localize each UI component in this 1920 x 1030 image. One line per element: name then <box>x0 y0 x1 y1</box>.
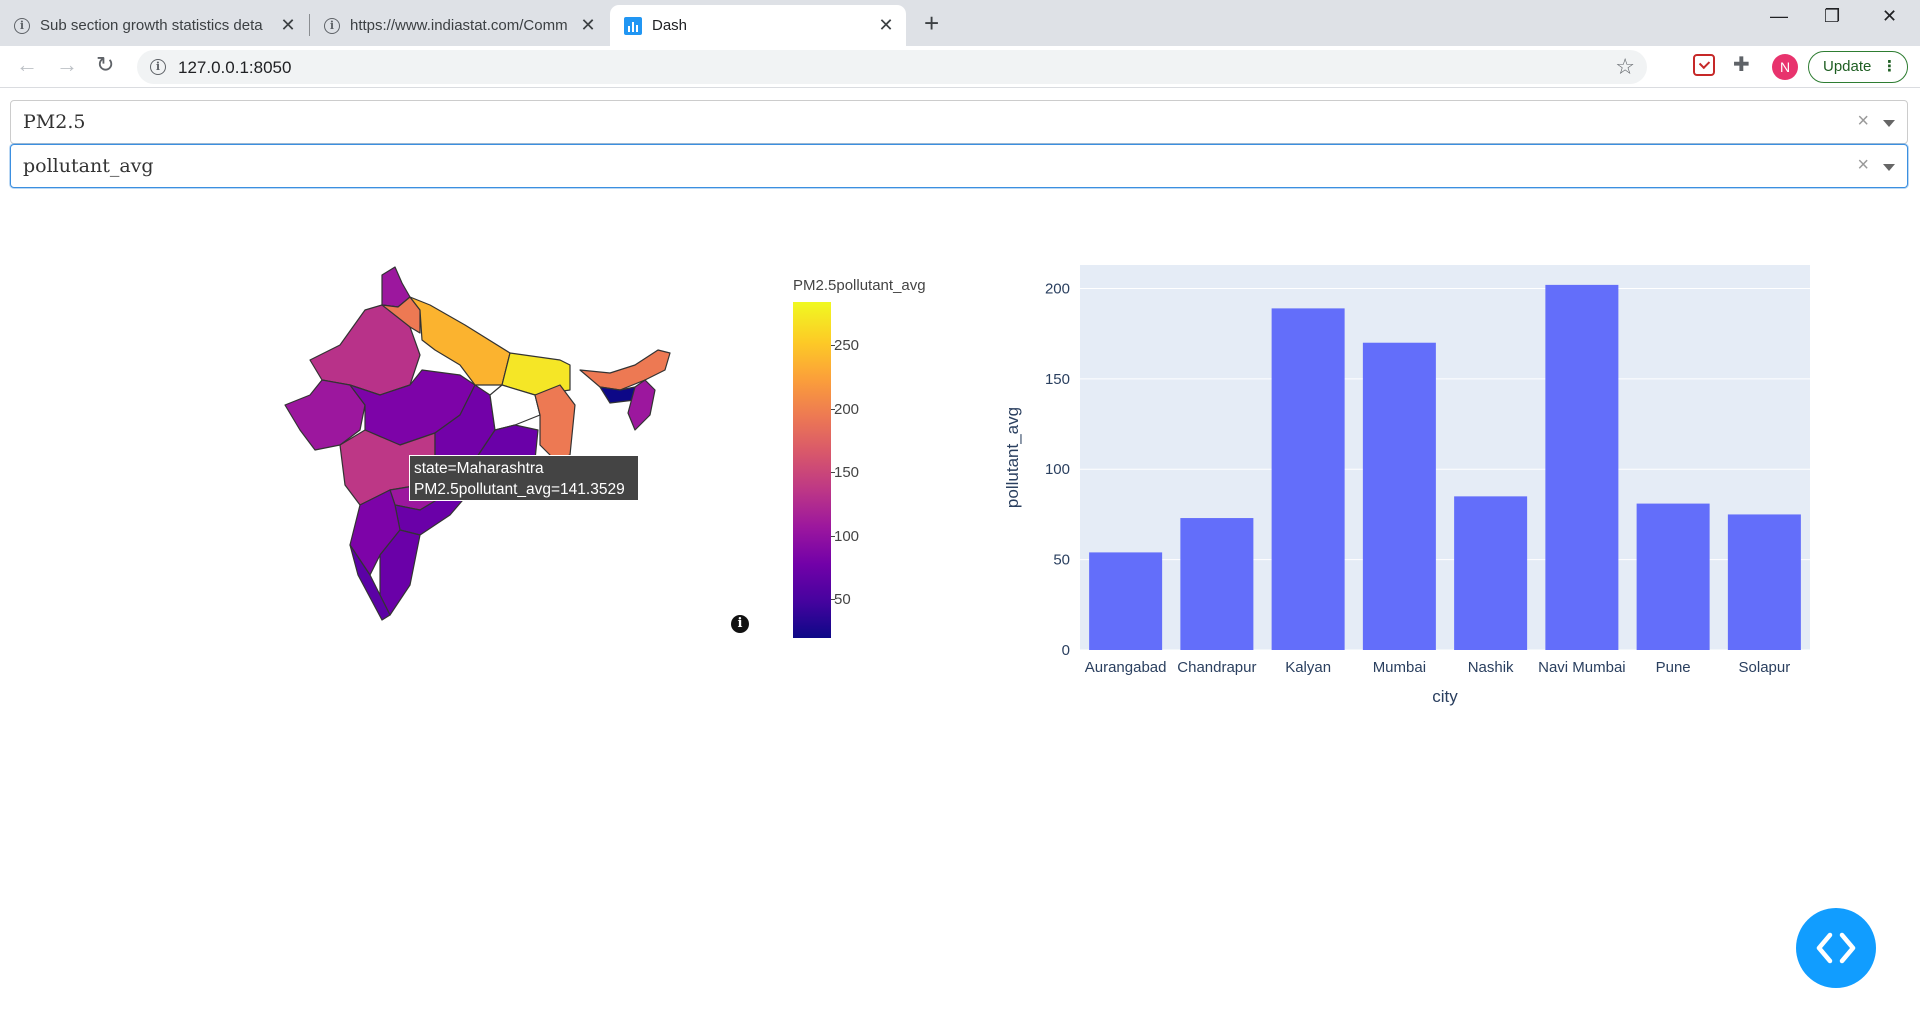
dash-favicon-icon <box>624 16 642 35</box>
colorbar-tick-label: 100 <box>830 527 860 545</box>
colorbar <box>793 302 831 638</box>
profile-avatar[interactable]: N <box>1772 54 1798 80</box>
forward-arrow-icon[interactable]: → <box>56 52 78 78</box>
menu-dots-icon[interactable]: ⋮ <box>1882 52 1897 82</box>
bar-mumbai[interactable] <box>1362 342 1436 650</box>
colorbar-title: PM2.5pollutant_avg <box>793 277 926 294</box>
reload-icon[interactable]: ↻ <box>96 52 114 78</box>
update-button[interactable]: Update ⋮ <box>1808 51 1908 83</box>
close-icon[interactable]: ✕ <box>876 15 896 36</box>
browser-toolbar: ← → ↻ i 127.0.0.1:8050 ☆ ✚ N Update ⋮ <box>0 46 1920 88</box>
x-tick-label: Mumbai <box>1373 659 1426 676</box>
x-tick-label: Navi Mumbai <box>1538 659 1626 676</box>
tab-title: Sub section growth statistics deta <box>40 17 263 34</box>
colorbar-tick-label: 150 <box>830 464 860 482</box>
minimize-icon[interactable]: — <box>1770 6 1788 27</box>
info-icon: i <box>14 17 30 34</box>
y-axis-label: pollutant_avg <box>1003 407 1022 508</box>
code-brackets-icon <box>1816 932 1856 964</box>
bar-navi-mumbai[interactable] <box>1545 284 1619 650</box>
clear-icon[interactable]: × <box>1857 154 1869 177</box>
address-bar[interactable]: i 127.0.0.1:8050 ☆ <box>137 50 1647 84</box>
x-tick-label: Chandrapur <box>1177 659 1256 676</box>
y-tick-label: 50 <box>1053 552 1070 569</box>
close-icon[interactable]: ✕ <box>578 15 598 36</box>
bar-solapur[interactable] <box>1727 514 1801 650</box>
chevron-down-icon[interactable] <box>1883 120 1895 127</box>
colorbar-tick-label: 50 <box>831 590 851 608</box>
new-tab-button[interactable]: + <box>924 8 939 39</box>
browser-tab-dash[interactable]: Dash ✕ <box>610 5 906 46</box>
bar-chandrapur[interactable] <box>1180 518 1254 650</box>
dropdown-selected-value: pollutant_avg <box>23 155 154 177</box>
dash-debug-menu-button[interactable] <box>1796 908 1876 988</box>
site-info-icon[interactable]: i <box>150 59 166 75</box>
back-arrow-icon[interactable]: ← <box>16 52 38 78</box>
close-window-icon[interactable]: ✕ <box>1882 6 1897 27</box>
browser-tab-strip: i Sub section growth statistics deta ✕ i… <box>0 0 1920 46</box>
tab-title: https://www.indiastat.com/Comm <box>350 17 568 34</box>
browser-tab-2[interactable]: i https://www.indiastat.com/Comm ✕ <box>310 5 608 46</box>
update-label: Update <box>1823 58 1872 75</box>
restore-icon[interactable]: ❐ <box>1824 6 1840 27</box>
metric-dropdown[interactable]: pollutant_avg × <box>10 144 1908 188</box>
clear-icon[interactable]: × <box>1857 110 1869 133</box>
chevron-down-icon[interactable] <box>1883 164 1895 171</box>
x-axis-label: city <box>1432 687 1458 706</box>
tooltip-line-state: state=Maharashtra <box>414 460 544 477</box>
info-icon[interactable]: i <box>731 615 749 633</box>
x-tick-label: Aurangabad <box>1085 659 1167 676</box>
map-region-meghalaya <box>599 386 636 404</box>
y-tick-label: 0 <box>1062 642 1070 659</box>
city-bar-chart[interactable]: 0 50 100 150 200 Aurangabad Chandrapur Kalyan M… <box>990 250 1820 720</box>
map-region-assam <box>579 349 671 391</box>
bar-aurangabad[interactable] <box>1089 552 1163 650</box>
tooltip-line-value: PM2.5pollutant_avg=141.3529 <box>414 481 625 498</box>
x-tick-label: Solapur <box>1739 659 1791 676</box>
extensions-puzzle-icon[interactable]: ✚ <box>1733 52 1755 76</box>
url-text[interactable]: 127.0.0.1:8050 <box>178 58 291 78</box>
bar-kalyan[interactable] <box>1271 308 1345 650</box>
pollutant-dropdown[interactable]: PM2.5 × <box>10 100 1908 144</box>
x-tick-label: Pune <box>1656 659 1691 676</box>
colorbar-tick-label: 250 <box>830 337 860 355</box>
bar-pune[interactable] <box>1636 503 1710 650</box>
browser-tab-1[interactable]: i Sub section growth statistics deta ✕ <box>0 5 308 46</box>
close-icon[interactable]: ✕ <box>278 15 298 36</box>
y-tick-label: 200 <box>1045 280 1070 297</box>
dropdown-selected-value: PM2.5 <box>23 111 86 133</box>
colorbar-tick-label: 200 <box>830 400 860 418</box>
map-region-wb <box>534 384 576 461</box>
y-tick-label: 150 <box>1045 371 1070 388</box>
pocket-extension-icon[interactable] <box>1693 54 1715 76</box>
bookmark-star-icon[interactable]: ☆ <box>1615 54 1635 80</box>
info-icon: i <box>324 17 340 34</box>
map-hover-tooltip: state=Maharashtra PM2.5pollutant_avg=141… <box>409 455 639 501</box>
x-tick-label: Nashik <box>1468 659 1514 676</box>
y-tick-label: 100 <box>1045 461 1070 478</box>
bar-nashik[interactable] <box>1454 496 1528 650</box>
tab-title: Dash <box>652 17 688 34</box>
x-tick-label: Kalyan <box>1285 659 1331 676</box>
